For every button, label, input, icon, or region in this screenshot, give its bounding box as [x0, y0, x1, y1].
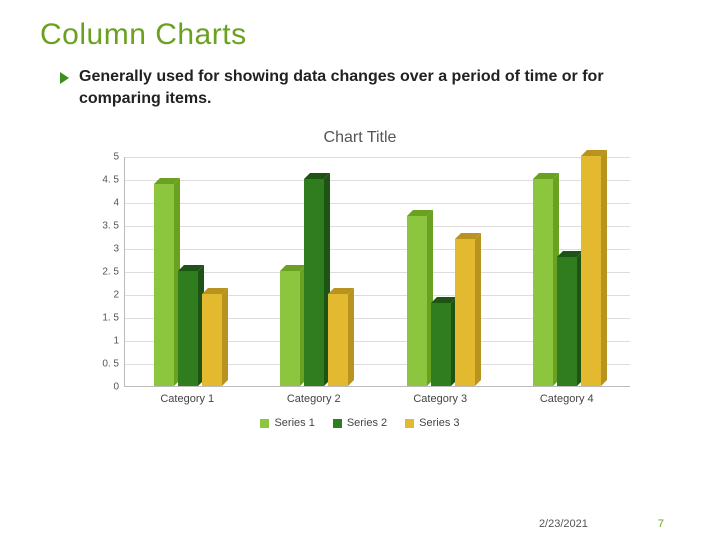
chart-category-group	[378, 157, 504, 386]
chart-y-tick: 3. 5	[87, 221, 119, 232]
chart-y-tick: 5	[87, 152, 119, 163]
legend-label: Series 2	[347, 417, 387, 429]
chart-bar	[202, 294, 222, 386]
bullet-item: Generally used for showing data changes …	[60, 66, 620, 109]
chart-category-group	[125, 157, 251, 386]
arrow-right-icon	[60, 72, 69, 84]
chart-x-axis: Category 1Category 2Category 3Category 4	[124, 393, 630, 405]
legend-swatch-icon	[333, 419, 342, 428]
chart-bar	[407, 216, 427, 386]
slide-footer: 2/23/2021 7	[0, 518, 720, 530]
legend-item: Series 1	[260, 417, 314, 429]
chart-y-tick: 2	[87, 290, 119, 301]
chart-y-tick: 3	[87, 244, 119, 255]
chart-plot-area: 00. 511. 522. 533. 544. 55	[124, 157, 630, 387]
legend-label: Series 3	[419, 417, 459, 429]
legend-item: Series 3	[405, 417, 459, 429]
chart-bar	[455, 239, 475, 386]
chart-y-tick: 4	[87, 198, 119, 209]
chart-y-tick: 1. 5	[87, 313, 119, 324]
chart-y-tick: 2. 5	[87, 267, 119, 278]
chart-y-tick: 0. 5	[87, 359, 119, 370]
chart-y-tick: 0	[87, 382, 119, 393]
page-title: Column Charts	[40, 18, 680, 52]
footer-date: 2/23/2021	[539, 518, 588, 530]
chart-bar	[328, 294, 348, 386]
legend-label: Series 1	[274, 417, 314, 429]
chart-x-tick: Category 4	[504, 393, 631, 405]
chart-x-tick: Category 3	[377, 393, 504, 405]
chart-bar	[533, 179, 553, 386]
chart-bar	[581, 156, 601, 386]
chart-category-group	[251, 157, 377, 386]
chart-x-tick: Category 1	[124, 393, 251, 405]
footer-page-number: 7	[658, 518, 664, 530]
chart-bar	[557, 257, 577, 386]
chart-bar	[154, 184, 174, 386]
chart-category-group	[504, 157, 630, 386]
legend-swatch-icon	[260, 419, 269, 428]
legend-item: Series 2	[333, 417, 387, 429]
chart-bar	[280, 271, 300, 386]
bullet-text: Generally used for showing data changes …	[79, 66, 620, 109]
chart-title: Chart Title	[80, 129, 640, 147]
column-chart: Chart Title 00. 511. 522. 533. 544. 55 C…	[80, 129, 640, 429]
chart-bar	[178, 271, 198, 386]
legend-swatch-icon	[405, 419, 414, 428]
chart-y-tick: 1	[87, 336, 119, 347]
chart-y-tick: 4. 5	[87, 175, 119, 186]
chart-bar	[304, 179, 324, 386]
chart-bar	[431, 303, 451, 386]
chart-x-tick: Category 2	[251, 393, 378, 405]
chart-legend: Series 1 Series 2 Series 3	[80, 417, 640, 429]
